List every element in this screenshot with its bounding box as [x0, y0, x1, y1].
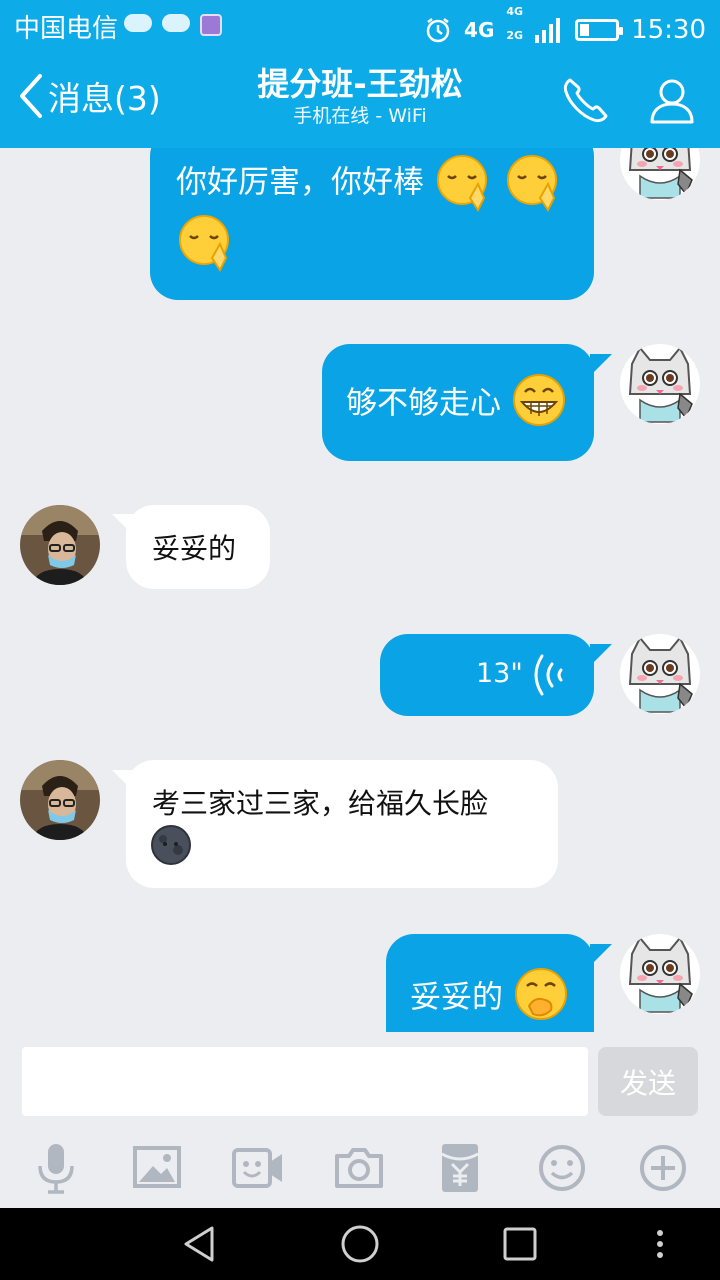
- pray-emoji: [506, 155, 557, 212]
- carrier-label: 中国电信: [14, 14, 119, 44]
- chevron-left-icon: [20, 74, 42, 118]
- contact-avatar[interactable]: [20, 505, 100, 585]
- pray-emoji: [179, 215, 229, 272]
- alarm-icon: [426, 18, 450, 43]
- signal-icon: [535, 18, 561, 43]
- notification-icon: [124, 14, 152, 32]
- profile-button[interactable]: [644, 72, 700, 128]
- grin-emoji: [512, 374, 565, 426]
- clock: 15:30: [631, 15, 706, 45]
- cat-avatar-icon: [620, 934, 700, 1014]
- image-icon: [133, 1146, 181, 1188]
- more-vertical-icon: [657, 1230, 663, 1258]
- call-button[interactable]: [558, 72, 614, 128]
- gallery-notification-icon: [200, 14, 222, 36]
- cat-avatar-icon: [620, 148, 700, 200]
- message-bubble-out[interactable]: 够不够走心: [322, 344, 594, 461]
- contact-photo-icon: [20, 760, 100, 840]
- person-icon: [650, 79, 694, 124]
- notification-icon: [162, 14, 190, 32]
- battery-icon: [575, 19, 624, 41]
- message-list[interactable]: 你好厉害，你好棒 够不够走心 妥妥的 13" 考三家过三家，给福久长脸 妥妥的: [0, 148, 720, 1032]
- message-text: 考三家过三家，给福久长脸: [152, 787, 489, 820]
- my-avatar[interactable]: [620, 344, 700, 424]
- system-nav-bar: [0, 1208, 720, 1280]
- more-button[interactable]: [635, 1140, 691, 1196]
- my-avatar[interactable]: [620, 934, 700, 1014]
- triangle-back-icon: [184, 1226, 214, 1262]
- composer-toolbar: [0, 1140, 720, 1196]
- message-input[interactable]: [22, 1047, 588, 1116]
- network-type: 4G: [464, 18, 495, 42]
- network-dual: 4G 2G: [506, 6, 523, 54]
- nav-home-button[interactable]: [340, 1224, 380, 1264]
- send-button[interactable]: 发送: [598, 1047, 698, 1116]
- back-button[interactable]: 消息(3): [18, 72, 161, 120]
- chat-header: 消息(3) 提分班-王劲松 手机在线 - WiFi: [0, 50, 720, 148]
- message-bubble-out[interactable]: 妥妥的: [386, 934, 594, 1032]
- emoji-button[interactable]: [534, 1140, 590, 1196]
- gallery-button[interactable]: [129, 1140, 185, 1196]
- pray-emoji: [436, 155, 487, 212]
- chat-title: 提分班-王劲松: [257, 65, 463, 103]
- title-block[interactable]: 提分班-王劲松 手机在线 - WiFi: [180, 64, 540, 128]
- voice-wave-icon: [534, 654, 563, 696]
- moon-emoji: [151, 825, 191, 865]
- phone-icon: [563, 78, 608, 123]
- mic-icon: [38, 1144, 74, 1194]
- square-recents-icon: [503, 1227, 537, 1261]
- voice-duration: 13": [476, 658, 523, 689]
- message-bubble-in[interactable]: 妥妥的: [126, 505, 270, 589]
- message-text: 妥妥的: [152, 532, 237, 565]
- message-text: 你好厉害，你好棒: [176, 164, 424, 201]
- red-packet-button[interactable]: [432, 1140, 488, 1196]
- plus-icon: [640, 1145, 686, 1191]
- camera-button[interactable]: [331, 1140, 387, 1196]
- contact-avatar[interactable]: [20, 760, 100, 840]
- message-bubble-in[interactable]: 考三家过三家，给福久长脸: [126, 760, 558, 888]
- back-label: 消息(3): [48, 79, 161, 118]
- voice-input-button[interactable]: [28, 1140, 84, 1196]
- cat-avatar-icon: [620, 634, 700, 714]
- nav-back-button[interactable]: [180, 1224, 220, 1264]
- network-bottom: 2G: [506, 29, 524, 42]
- emoji-icon: [539, 1145, 585, 1191]
- message-text: 够不够走心: [346, 385, 501, 422]
- nav-recents-button[interactable]: [500, 1224, 540, 1264]
- status-bar: 中国电信 4G 4G 2G 15:30: [0, 0, 720, 50]
- giggle-emoji: [514, 968, 567, 1020]
- camera-icon: [335, 1148, 383, 1188]
- red-packet-icon: [441, 1144, 479, 1192]
- online-status: 手机在线 - WiFi: [293, 105, 427, 127]
- cat-avatar-icon: [620, 344, 700, 424]
- notification-icons: [124, 14, 222, 36]
- contact-photo-icon: [20, 505, 100, 585]
- my-avatar[interactable]: [620, 634, 700, 714]
- voice-message-bubble[interactable]: 13": [380, 634, 594, 716]
- circle-home-icon: [341, 1225, 379, 1263]
- nav-menu-button[interactable]: [640, 1224, 680, 1264]
- video-icon: [232, 1148, 282, 1188]
- my-avatar[interactable]: [620, 148, 700, 200]
- message-bubble-out[interactable]: 你好厉害，你好棒: [150, 148, 594, 300]
- composer: 发送: [0, 1032, 720, 1208]
- message-text: 妥妥的: [410, 979, 503, 1016]
- video-call-button[interactable]: [230, 1140, 286, 1196]
- network-top: 4G: [506, 5, 524, 18]
